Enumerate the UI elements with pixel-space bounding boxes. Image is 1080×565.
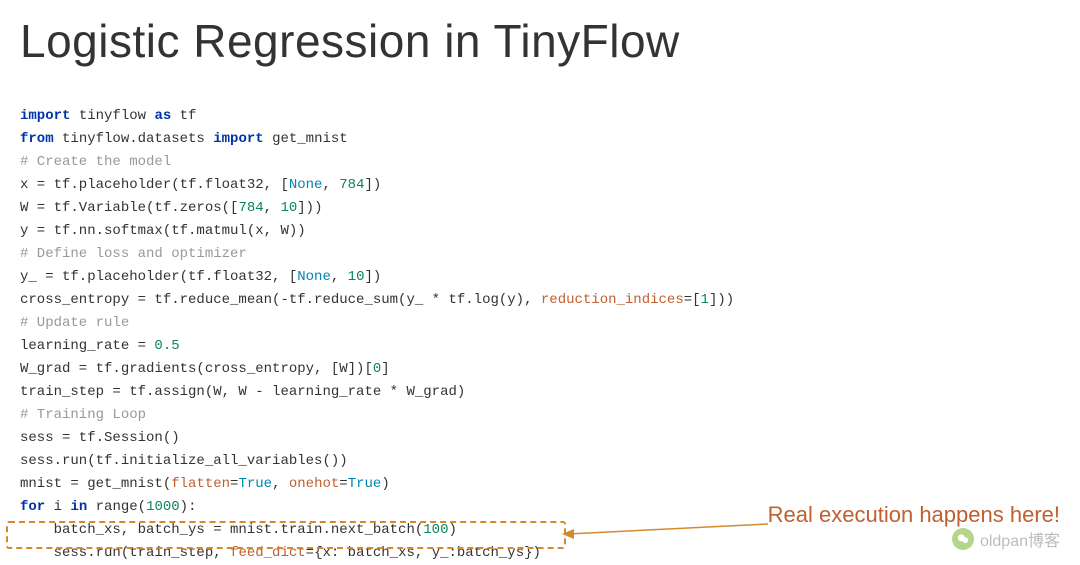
code-line: from tinyflow.datasets import get_mnist <box>20 131 348 147</box>
code-line: sess = tf.Session() <box>20 430 180 446</box>
code-comment: # Define loss and optimizer <box>20 246 247 262</box>
code-comment: # Training Loop <box>20 407 146 423</box>
code-line: for i in range(1000): <box>20 499 196 515</box>
slide-title: Logistic Regression in TinyFlow <box>0 0 1080 68</box>
code-line: W_grad = tf.gradients(cross_entropy, [W]… <box>20 361 390 377</box>
code-line: train_step = tf.assign(W, W - learning_r… <box>20 384 465 400</box>
wechat-icon <box>952 528 974 550</box>
code-line: x = tf.placeholder(tf.float32, [None, 78… <box>20 177 381 193</box>
annotation-text: Real execution happens here! <box>768 502 1060 528</box>
watermark: oldpan博客 <box>952 527 1060 551</box>
code-line: y = tf.nn.softmax(tf.matmul(x, W)) <box>20 223 306 239</box>
code-line: sess.run(tf.initialize_all_variables()) <box>20 453 348 469</box>
code-line: learning_rate = 0.5 <box>20 338 180 354</box>
code-block: import tinyflow as tf from tinyflow.data… <box>0 68 1080 565</box>
code-comment: # Update rule <box>20 315 129 331</box>
code-comment: # Create the model <box>20 154 171 170</box>
code-line: import tinyflow as tf <box>20 108 196 124</box>
code-line: batch_xs, batch_ys = mnist.train.next_ba… <box>20 522 457 538</box>
code-line: mnist = get_mnist(flatten=True, onehot=T… <box>20 476 390 492</box>
code-line: cross_entropy = tf.reduce_mean(-tf.reduc… <box>20 292 734 308</box>
code-line: y_ = tf.placeholder(tf.float32, [None, 1… <box>20 269 381 285</box>
code-line: W = tf.Variable(tf.zeros([784, 10])) <box>20 200 323 216</box>
